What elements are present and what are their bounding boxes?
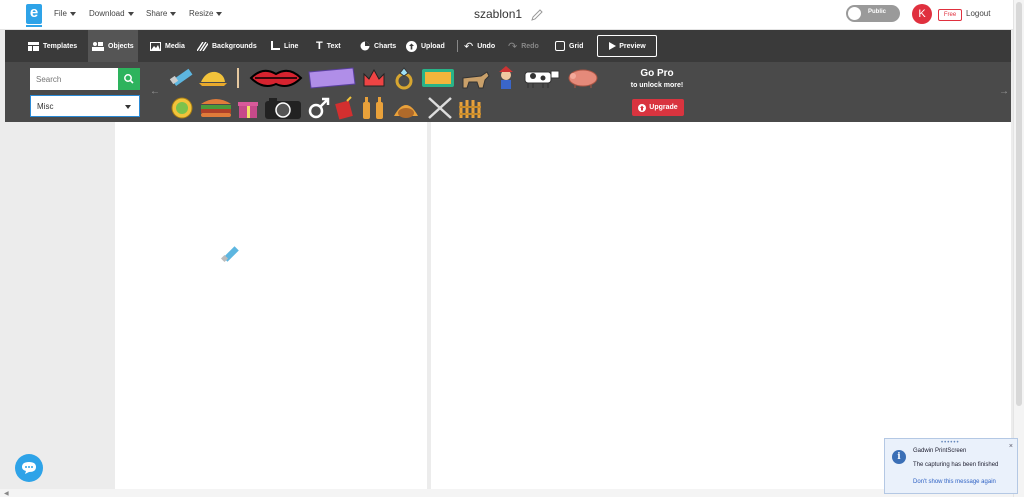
close-icon[interactable]: × (1009, 443, 1013, 450)
pack-animal-icon[interactable] (459, 66, 491, 90)
redo-icon: ↷ (508, 40, 518, 53)
usb-drive-object[interactable] (220, 244, 242, 266)
search-button[interactable] (118, 68, 140, 90)
turkey-icon[interactable] (391, 96, 421, 120)
ribbon-banner-icon[interactable] (307, 66, 357, 90)
notification-title: Gadwin PrintScreen (913, 448, 967, 454)
templates-button[interactable]: Templates (28, 30, 77, 62)
stick-icon[interactable] (233, 66, 243, 90)
upload-button[interactable]: Upload (406, 30, 445, 62)
upgrade-button[interactable]: Upgrade (632, 99, 684, 116)
notification-popup: •••••• × i Gadwin PrintScreen The captur… (884, 438, 1018, 494)
menu-file[interactable]: File (54, 9, 76, 18)
text-button[interactable]: T Text (316, 30, 341, 62)
hat-icon[interactable] (198, 66, 228, 88)
toggle-knob (848, 7, 861, 20)
line-icon (271, 41, 280, 50)
avatar[interactable]: K (912, 4, 932, 24)
male-symbol-icon[interactable] (307, 96, 331, 120)
info-icon: i (892, 450, 906, 464)
vertical-scrollbar[interactable] (1013, 0, 1024, 497)
media-button[interactable]: Media (150, 30, 185, 62)
document-title[interactable]: szablon1 (474, 7, 522, 21)
public-toggle[interactable]: Public (846, 5, 900, 22)
dont-show-again-link[interactable]: Don't show this message again (913, 479, 996, 485)
menu-share[interactable]: Share (146, 9, 177, 18)
chat-bubble-icon (22, 462, 36, 474)
menu-resize[interactable]: Resize (189, 9, 223, 18)
gopro-subtitle: to unlock more! (630, 82, 684, 89)
lips-icon[interactable] (249, 66, 303, 90)
usb-drive-icon[interactable] (168, 66, 194, 88)
templates-icon (28, 41, 39, 51)
camera-icon[interactable] (263, 96, 303, 120)
chat-button[interactable] (15, 454, 43, 482)
preview-button[interactable]: Preview (597, 35, 657, 57)
arrow-left-icon[interactable]: ← (150, 86, 160, 97)
chevron-down-icon (125, 105, 131, 109)
logout-link[interactable]: Logout (966, 9, 990, 18)
horizontal-scrollbar[interactable]: ◀ (0, 489, 1013, 497)
pie-chart-icon (360, 41, 370, 51)
top-bar: e File Download Share Resize szablon1 Pu… (0, 0, 1024, 30)
burger-icon[interactable] (199, 96, 233, 120)
design-canvas[interactable] (115, 122, 427, 490)
play-icon (609, 42, 617, 50)
pig-icon[interactable] (565, 66, 601, 90)
objects-panel: Misc ← Go Pro to unlock more! Upgrade → (5, 62, 1011, 122)
undo-icon: ↶ (464, 40, 474, 53)
pencil-icon[interactable] (530, 8, 544, 22)
gift-box-icon[interactable] (236, 96, 260, 120)
objects-icon (92, 41, 104, 51)
caret-down-icon (69, 11, 76, 16)
category-select[interactable]: Misc (30, 95, 140, 117)
toolbar-divider (457, 40, 458, 52)
gnome-icon[interactable] (495, 66, 517, 90)
app-logo[interactable]: e (26, 4, 42, 27)
diamond-ring-icon[interactable] (391, 66, 417, 90)
notification-message: The capturing has been finished (913, 462, 999, 468)
bottles-icon[interactable] (359, 96, 389, 120)
upload-icon (406, 40, 417, 52)
plan-badge: Free (938, 9, 962, 21)
caret-down-icon (127, 11, 134, 16)
crown-icon[interactable] (361, 66, 387, 90)
coin-icon[interactable] (171, 97, 193, 119)
objects-button[interactable]: Objects (88, 30, 138, 62)
grid-toggle[interactable]: Grid (555, 30, 583, 62)
cutlery-icon[interactable] (425, 96, 455, 120)
charts-button[interactable]: Charts (360, 30, 396, 62)
arrow-right-icon[interactable]: → (999, 86, 1009, 97)
caret-down-icon (216, 11, 223, 16)
text-icon: T (316, 40, 323, 52)
scroll-thumb[interactable] (1016, 2, 1022, 406)
search-input[interactable] (30, 68, 118, 90)
line-button[interactable]: Line (270, 30, 298, 62)
tablet-icon[interactable] (421, 66, 455, 90)
editor-toolbar: Templates Objects Media Backgrounds Line… (5, 30, 1011, 62)
fence-icon[interactable] (457, 96, 483, 120)
cow-icon[interactable] (521, 66, 561, 90)
grid-checkbox[interactable] (555, 41, 565, 51)
backgrounds-button[interactable]: Backgrounds (197, 30, 257, 62)
stripes-icon (197, 41, 208, 51)
search-icon (124, 74, 134, 84)
undo-button[interactable]: ↶ Undo (464, 30, 495, 62)
firecracker-icon[interactable] (333, 96, 357, 120)
scroll-left-icon[interactable]: ◀ (4, 490, 9, 497)
image-icon (150, 41, 161, 51)
upgrade-arrow-icon (638, 103, 647, 112)
redo-button[interactable]: ↷ Redo (508, 30, 539, 62)
caret-down-icon (170, 11, 177, 16)
gopro-title: Go Pro (640, 68, 674, 79)
drag-grip-icon[interactable]: •••••• (941, 440, 960, 446)
menu-download[interactable]: Download (89, 9, 134, 18)
